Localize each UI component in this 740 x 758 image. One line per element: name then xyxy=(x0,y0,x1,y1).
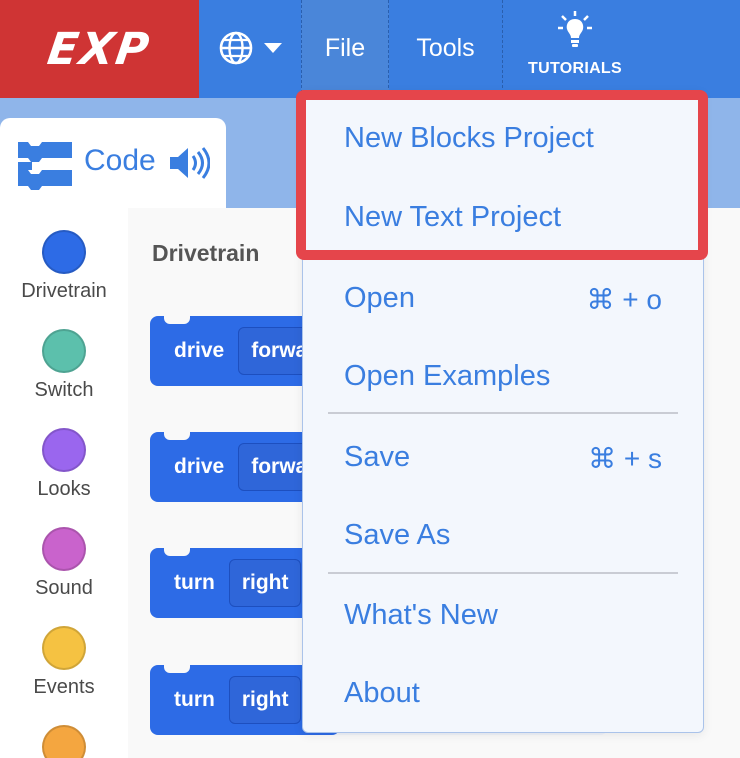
category-color-dot xyxy=(42,527,86,571)
turn-direction-dropdown[interactable]: right xyxy=(228,676,302,724)
menu-divider xyxy=(328,412,678,414)
menu-item-save[interactable]: Save xyxy=(344,441,410,474)
category-control[interactable] xyxy=(0,725,128,758)
category-color-dot xyxy=(42,329,86,373)
category-label: Events xyxy=(33,676,95,698)
category-sound[interactable]: Sound xyxy=(0,527,128,600)
file-menu-label: File xyxy=(324,33,366,62)
category-drivetrain[interactable]: Drivetrain xyxy=(0,230,128,303)
turn-direction-dropdown[interactable]: right xyxy=(228,559,302,607)
menu-item-open[interactable]: Open xyxy=(344,282,415,315)
category-label: Drivetrain xyxy=(21,280,107,302)
chevron-down-icon xyxy=(264,43,282,53)
file-menu-button[interactable]: File xyxy=(301,0,389,98)
code-blocks-icon xyxy=(18,142,72,190)
menu-item-save-as[interactable]: Save As xyxy=(344,519,450,552)
menu-divider xyxy=(328,572,678,574)
menu-item-new-text-project[interactable]: New Text Project xyxy=(344,201,561,234)
category-label: Sound xyxy=(35,577,93,599)
block-keyword: turn xyxy=(174,688,215,711)
menu-item-whats-new[interactable]: What's New xyxy=(344,599,498,632)
code-tab-label: Code xyxy=(84,144,156,177)
exp-logo: EXP xyxy=(0,0,199,98)
category-color-dot xyxy=(42,428,86,472)
category-looks[interactable]: Looks xyxy=(0,428,128,501)
category-color-dot xyxy=(42,626,86,670)
category-color-dot xyxy=(42,230,86,274)
open-shortcut: ⌘ + o xyxy=(586,284,662,315)
block-keyword: turn xyxy=(174,571,215,594)
category-label: Looks xyxy=(37,478,91,500)
lightbulb-icon xyxy=(558,11,592,47)
block-keyword: drive xyxy=(174,455,225,478)
menu-item-open-examples[interactable]: Open Examples xyxy=(344,360,550,393)
language-menu-button[interactable] xyxy=(218,28,288,68)
logo-text: EXP xyxy=(44,23,155,75)
speaker-icon[interactable] xyxy=(168,146,210,180)
menu-item-new-blocks-project[interactable]: New Blocks Project xyxy=(344,122,594,155)
tutorials-label: TUTORIALS xyxy=(528,60,622,77)
top-bar: EXP File Tools TUTORIALS xyxy=(0,0,740,98)
tutorials-button[interactable]: TUTORIALS xyxy=(510,0,640,98)
category-list: Drivetrain Switch Looks Sound Events xyxy=(0,208,128,758)
category-events[interactable]: Events xyxy=(0,626,128,699)
block-keyword: drive xyxy=(174,339,225,362)
tools-menu-button[interactable]: Tools xyxy=(389,0,503,98)
category-label: Switch xyxy=(34,379,94,401)
category-switch[interactable]: Switch xyxy=(0,329,128,402)
palette-heading: Drivetrain xyxy=(152,240,260,266)
category-color-dot xyxy=(42,725,86,758)
tools-menu-label: Tools xyxy=(416,33,475,62)
menu-item-about[interactable]: About xyxy=(344,677,420,710)
globe-icon xyxy=(219,31,253,65)
save-shortcut: ⌘ + s xyxy=(588,443,662,474)
tab-code[interactable]: Code xyxy=(0,118,226,218)
